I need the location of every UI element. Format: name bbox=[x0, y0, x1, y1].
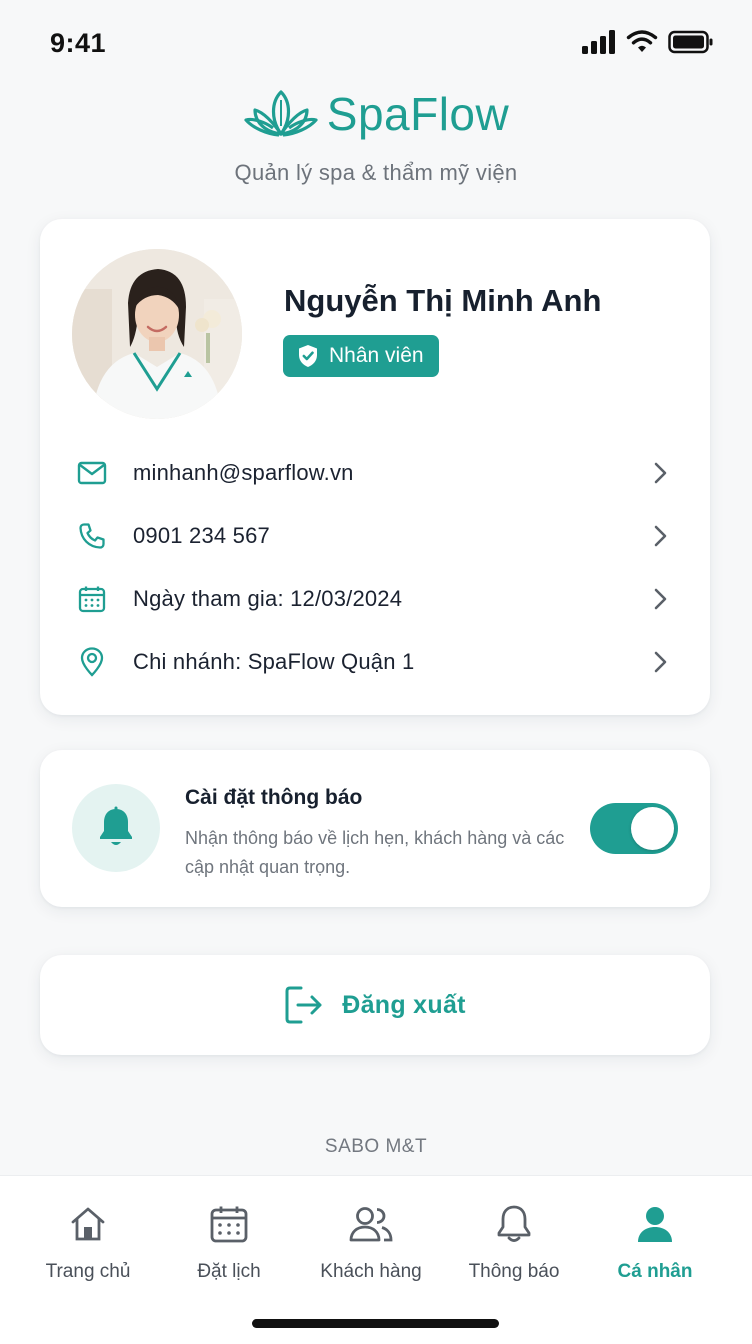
home-icon bbox=[13, 1202, 163, 1246]
role-badge: Nhân viên bbox=[283, 335, 439, 377]
info-row-email[interactable]: minhanh@sparflow.vn bbox=[40, 441, 710, 504]
tab-booking-label: Đặt lịch bbox=[197, 1261, 261, 1282]
avatar bbox=[72, 249, 242, 419]
location-pin-icon bbox=[76, 646, 108, 678]
wifi-icon bbox=[626, 30, 658, 52]
brand-header: SpaFlow Quản lý spa & thẩm mỹ viện bbox=[0, 86, 752, 186]
brand-name: SpaFlow bbox=[326, 88, 510, 140]
signal-icon bbox=[582, 30, 615, 54]
phone-icon bbox=[76, 520, 108, 552]
profile-card: Nguyễn Thị Minh Anh Nhân viên minhanh@sp… bbox=[40, 219, 710, 715]
info-branch: Chi nhánh: SpaFlow Quận 1 bbox=[133, 648, 415, 674]
tab-booking[interactable]: Đặt lịch bbox=[154, 1202, 304, 1283]
notification-settings-description: Nhận thông báo về lịch hẹn, khách hàng v… bbox=[185, 828, 565, 877]
chevron-right-icon bbox=[654, 525, 667, 546]
info-email: minhanh@sparflow.vn bbox=[133, 459, 354, 485]
profile-info-list: minhanh@sparflow.vn 0901 234 567 Ngày th… bbox=[40, 441, 710, 693]
mail-icon bbox=[76, 457, 108, 489]
toggle-knob bbox=[631, 807, 674, 850]
tab-profile-label: Cá nhân bbox=[617, 1261, 693, 1282]
notification-icon-badge bbox=[72, 784, 160, 872]
status-icons bbox=[582, 30, 714, 54]
role-label: Nhân viên bbox=[329, 344, 424, 367]
info-row-phone[interactable]: 0901 234 567 bbox=[40, 504, 710, 567]
logout-icon bbox=[285, 986, 322, 1024]
profile-name: Nguyễn Thị Minh Anh bbox=[284, 283, 602, 318]
lotus-icon bbox=[244, 90, 318, 137]
chevron-right-icon bbox=[654, 588, 667, 609]
tab-home[interactable]: Trang chủ bbox=[13, 1202, 163, 1283]
bell-icon bbox=[100, 806, 132, 845]
tab-home-label: Trang chủ bbox=[45, 1261, 131, 1282]
calendar-icon bbox=[154, 1202, 304, 1246]
users-icon bbox=[296, 1202, 446, 1246]
status-time: 9:41 bbox=[50, 28, 107, 58]
profile-screen: 9:41 SpaFlow Quản lý spa & thẩm mỹ viện … bbox=[0, 0, 752, 1344]
status-bar: 9:41 bbox=[0, 0, 752, 88]
logout-label: Đăng xuất bbox=[342, 990, 466, 1019]
info-join-date: Ngày tham gia: 12/03/2024 bbox=[133, 585, 403, 611]
brand-tagline: Quản lý spa & thẩm mỹ viện bbox=[234, 160, 518, 185]
tab-customers[interactable]: Khách hàng bbox=[296, 1202, 446, 1283]
info-row-branch[interactable]: Chi nhánh: SpaFlow Quận 1 bbox=[40, 630, 710, 693]
tab-profile[interactable]: Cá nhân bbox=[580, 1202, 730, 1283]
user-icon bbox=[580, 1202, 730, 1246]
footer-credit: SABO M&T bbox=[324, 1136, 428, 1157]
info-row-join-date[interactable]: Ngày tham gia: 12/03/2024 bbox=[40, 567, 710, 630]
logout-button[interactable]: Đăng xuất bbox=[40, 955, 710, 1055]
info-phone: 0901 234 567 bbox=[133, 522, 270, 548]
notification-settings-title: Cài đặt thông báo bbox=[185, 786, 363, 809]
bell-icon bbox=[439, 1202, 589, 1246]
notification-settings-card: Cài đặt thông báo Nhận thông báo về lịch… bbox=[40, 750, 710, 907]
notification-toggle[interactable] bbox=[590, 803, 678, 854]
calendar-icon bbox=[76, 583, 108, 615]
tab-notifications[interactable]: Thông báo bbox=[439, 1202, 589, 1283]
tab-customers-label: Khách hàng bbox=[320, 1261, 422, 1282]
home-indicator bbox=[252, 1319, 499, 1328]
chevron-right-icon bbox=[654, 462, 667, 483]
tab-notifications-label: Thông báo bbox=[468, 1261, 560, 1282]
chevron-right-icon bbox=[654, 651, 667, 672]
shield-check-icon bbox=[299, 345, 317, 367]
battery-icon bbox=[668, 30, 713, 54]
